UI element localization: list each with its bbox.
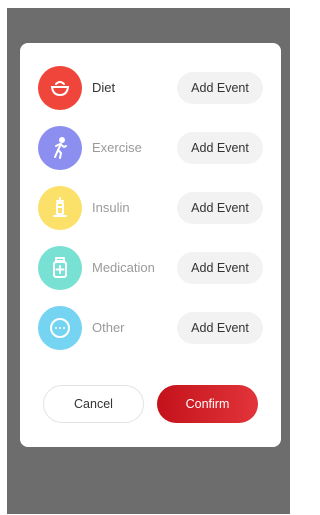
running-person-icon <box>38 126 82 170</box>
add-exercise-event-button[interactable]: Add Event <box>177 132 263 164</box>
syringe-icon <box>38 186 82 230</box>
cancel-button[interactable]: Cancel <box>43 385 144 423</box>
more-dots-icon <box>38 306 82 350</box>
bowl-icon <box>38 66 82 110</box>
event-row-medication: Medication Add Event <box>38 246 266 292</box>
event-label-other: Other <box>92 320 125 335</box>
confirm-button[interactable]: Confirm <box>157 385 258 423</box>
medicine-bottle-icon <box>38 246 82 290</box>
event-label-exercise: Exercise <box>92 140 142 155</box>
add-event-dialog: Diet Add Event Exercise Add Event Insuli… <box>20 43 281 447</box>
add-insulin-event-button[interactable]: Add Event <box>177 192 263 224</box>
add-other-event-button[interactable]: Add Event <box>177 312 263 344</box>
event-row-other: Other Add Event <box>38 306 266 352</box>
event-label-insulin: Insulin <box>92 200 130 215</box>
event-row-exercise: Exercise Add Event <box>38 126 266 172</box>
add-diet-event-button[interactable]: Add Event <box>177 72 263 104</box>
add-medication-event-button[interactable]: Add Event <box>177 252 263 284</box>
event-row-diet: Diet Add Event <box>38 66 266 112</box>
event-label-diet: Diet <box>92 80 116 95</box>
event-label-medication: Medication <box>92 260 155 275</box>
event-row-insulin: Insulin Add Event <box>38 186 266 232</box>
